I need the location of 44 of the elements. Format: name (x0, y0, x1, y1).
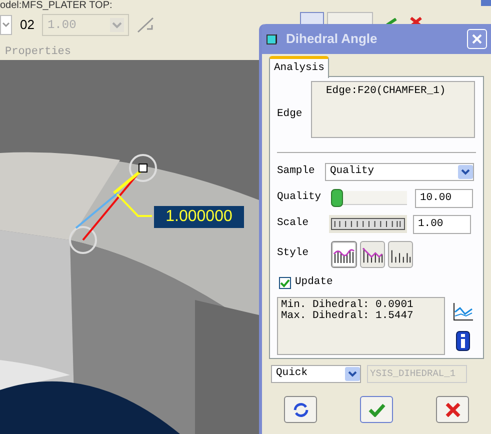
quality-field[interactable]: 10.00 (415, 188, 473, 208)
field-label: Quality (277, 190, 322, 206)
check-icon[interactable] (386, 18, 398, 26)
caret-icon (2, 22, 10, 28)
caret-icon (345, 367, 360, 381)
ok-button[interactable] (360, 396, 393, 423)
scale-field[interactable]: 1.00 (413, 214, 471, 234)
sample-dropdown[interactable]: Quality (325, 163, 474, 181)
checkbox-label: Update (295, 275, 333, 290)
tab[interactable]: Analysis (269, 56, 330, 78)
check-icon (368, 402, 386, 416)
slider-thumb[interactable] (331, 189, 343, 207)
document-title: odel:MFS_PLATER TOP: (0, 0, 112, 11)
cancel-button[interactable] (436, 396, 469, 423)
result-line: Max. Dihedral: 1.5447 (281, 311, 414, 322)
window-title: Dihedral Angle (286, 30, 378, 48)
update-checkbox[interactable] (279, 277, 291, 289)
diagonal-arrow-icon[interactable] (137, 17, 156, 33)
close-icon[interactable] (409, 16, 423, 26)
info-icon[interactable] (456, 331, 470, 351)
mode-dropdown[interactable]: Quick (271, 365, 361, 383)
close-icon (444, 402, 460, 416)
caret-icon (110, 18, 124, 32)
field-label: Scale (277, 216, 310, 232)
field-label: Edge (277, 106, 304, 122)
edge-list[interactable]: Edge:F20(CHAMFER_1) (311, 81, 475, 138)
cube-icon (266, 33, 278, 45)
repaint-button[interactable] (284, 396, 317, 423)
close-button[interactable] (467, 29, 487, 49)
close-icon (472, 34, 482, 44)
result-line: Min. Dihedral: 0.0901 (281, 300, 414, 311)
field-label: Style (277, 246, 310, 262)
panel-heading: Properties (5, 45, 72, 60)
dropdown-label: 02 (20, 16, 34, 34)
field-label: Sample (277, 164, 316, 180)
measurement-label: 1.000000 (154, 206, 244, 228)
dropdown-button[interactable] (0, 15, 12, 35)
style-option[interactable] (360, 240, 385, 268)
refresh-icon (292, 402, 310, 418)
style-option[interactable] (388, 240, 413, 268)
caret-icon (458, 165, 473, 179)
style-option[interactable] (331, 240, 357, 268)
graph-icon[interactable] (453, 303, 473, 321)
list-item[interactable]: Edge:F20(CHAMFER_1) (326, 84, 474, 100)
